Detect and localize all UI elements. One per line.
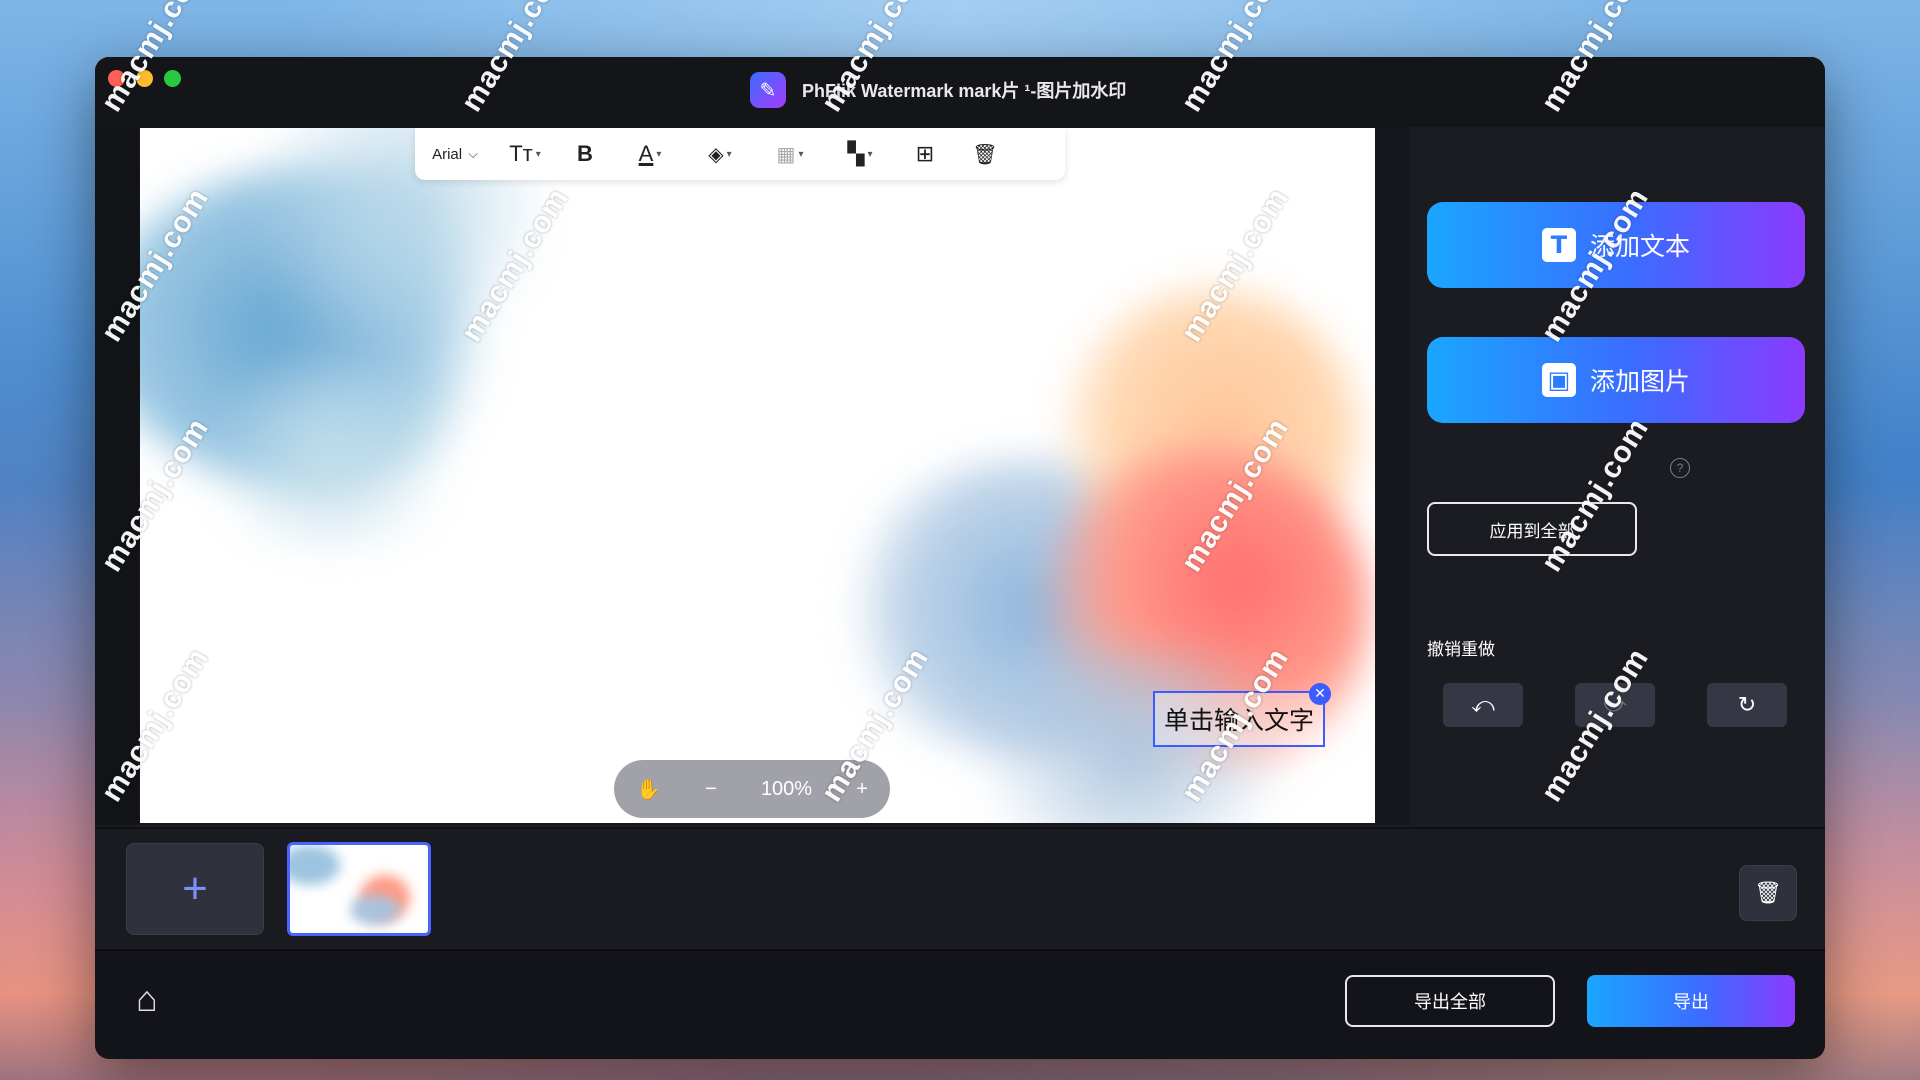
thumb-blob [290,845,340,885]
add-image-tile[interactable]: + [126,843,264,935]
font-family-select[interactable]: Arial ⌵ [415,128,495,180]
window-title-group: ✎ PhFlik Watermark mark片 ¹-图片加水印 [750,72,1126,108]
fill-color-icon: ◈ [708,143,724,166]
export-label: 导出 [1673,992,1709,1013]
home-icon[interactable]: ⌂ [124,976,170,1022]
add-image-button[interactable]: ▣ 添加图片 [1427,337,1805,423]
export-all-button[interactable]: 导出全部 [1345,975,1555,1027]
remove-watermark-icon[interactable]: ✕ [1309,683,1331,705]
help-label: ? [1676,461,1684,475]
plus-icon: + [182,864,208,913]
bold-label: B [577,141,593,166]
tile-layout-button[interactable]: ▚ ▾ [825,128,895,180]
bold-button[interactable]: B [555,128,615,180]
export-button[interactable]: 导出 [1587,975,1795,1027]
font-size-button[interactable]: Tт ▾ [495,128,555,180]
duplicate-button[interactable]: ⊞ [895,128,955,180]
image-icon: ▣ [1541,363,1576,397]
watercolor-blob [180,368,480,548]
app-brush-icon: ✎ [750,72,786,108]
help-icon[interactable]: ? [1670,458,1690,478]
text-t-icon: T [1541,228,1576,262]
zoom-level: 100% [760,777,813,800]
export-all-label: 导出全部 [1414,992,1486,1013]
fill-color-button[interactable]: ◈ ▾ [685,128,755,180]
text-format-toolbar: Arial ⌵ Tт ▾ B A ▾ ◈ ▾ ▦ ▾ ▚ ▾ ⊞ 🗑 [415,128,1065,180]
zoom-window-button[interactable] [164,70,181,87]
left-rail [95,127,139,825]
add-image-label: 添加图片 [1589,367,1690,396]
trash-icon: 🗑 [1754,880,1782,905]
image-strip: + 🗑 [95,827,1825,951]
delete-image-button[interactable]: 🗑 [1739,865,1797,921]
font-family-value: Arial [432,145,463,163]
image-thumbnail[interactable] [287,842,431,936]
undo-arrow-icon: ⤺ [1471,692,1495,717]
hand-pan-icon[interactable]: ✋ [636,777,661,802]
duplicate-icon: ⊞ [915,141,935,166]
font-color-button[interactable]: A ▾ [615,128,685,180]
refresh-icon: ↻ [1737,692,1757,717]
tile-grid-icon: ▚ [847,141,865,166]
undo-redo-title: 撤销重做 [1427,640,1495,660]
delete-layer-button[interactable]: 🗑 [955,128,1015,180]
transparency-button[interactable]: ▦ ▾ [755,128,825,180]
undo-button[interactable]: ⤺ [1443,683,1523,727]
footer-bar: ⌂ 导出全部 导出 [95,949,1825,1059]
transparency-icon: ▦ [776,143,796,166]
trash-icon: 🗑 [972,143,998,166]
text-size-icon: Tт [509,141,533,166]
zoom-out-button[interactable]: − [705,778,717,801]
reset-button[interactable]: ↻ [1707,683,1787,727]
thumb-blob [350,895,400,925]
font-color-icon: A [638,141,654,166]
chevron-down-icon: ⌵ [468,146,478,161]
